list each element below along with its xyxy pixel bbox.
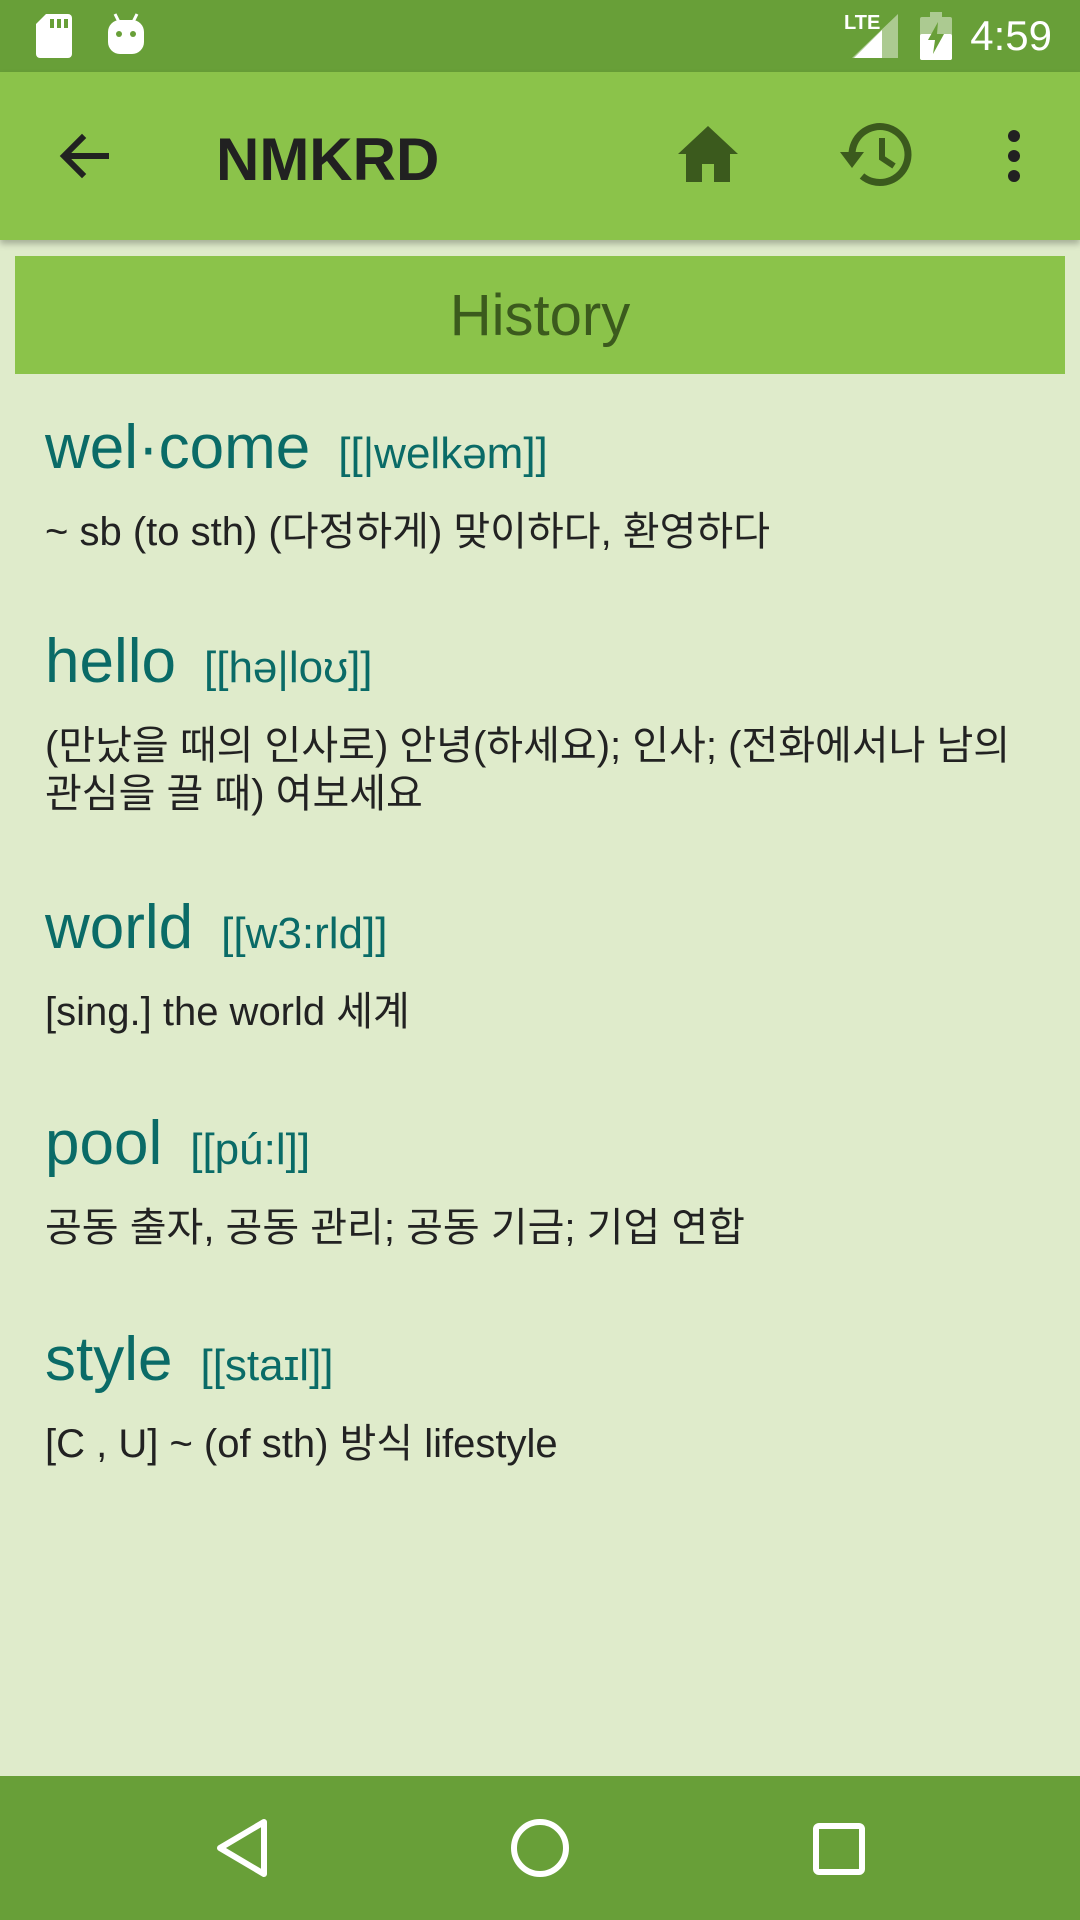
entry-word: wel·come <box>45 413 311 482</box>
entry-definition: ~ sb (to sth) (다정하게) 맞이하다, 환영하다 <box>45 510 770 554</box>
lte-signal-icon <box>852 14 898 58</box>
entry-pronunciation: [[pú:l]] <box>190 1125 311 1174</box>
battery-charging-icon <box>920 12 952 60</box>
entry-definition: 공동 출자, 공동 관리; 공동 기금; 기업 연합 <box>45 1206 745 1250</box>
nav-bar <box>0 1776 1080 1920</box>
entry-pronunciation: [[hə|loʊ]] <box>204 643 373 692</box>
android-icon <box>108 13 144 54</box>
history-header: History <box>15 256 1065 374</box>
entry-definition: [C , U] ~ (of sth) 방식 lifestyle <box>45 1422 558 1466</box>
status-bar: LTE 4:59 <box>0 0 1080 72</box>
history-entry[interactable]: world [[w3:rld]] [sing.] the world 세계 <box>45 892 1035 1036</box>
back-triangle-icon[interactable] <box>214 1818 270 1878</box>
entry-definition: [sing.] the world 세계 <box>45 990 410 1034</box>
entry-definition: (만났을 때의 인사로) 안녕(하세요); 인사; (전화에서나 남의 관심을 … <box>45 724 1011 816</box>
history-entry[interactable]: style [[staɪl]] [C , U] ~ (of sth) 방식 li… <box>45 1324 1035 1468</box>
entry-word: hello <box>45 627 176 696</box>
entry-word: style <box>45 1325 173 1394</box>
history-icon[interactable] <box>838 120 914 190</box>
more-vert-icon[interactable] <box>1000 128 1028 188</box>
status-time: 4:59 <box>970 12 1052 59</box>
home-icon[interactable] <box>676 124 740 184</box>
home-circle-icon[interactable] <box>510 1818 570 1878</box>
entry-pronunciation: [[staɪl]] <box>200 1341 334 1390</box>
history-entry[interactable]: hello [[hə|loʊ]] (만났을 때의 인사로) 안녕(하세요); 인… <box>45 626 1035 818</box>
back-arrow-icon[interactable] <box>56 128 112 184</box>
entry-pronunciation: [[|welkəm]] <box>338 429 548 478</box>
entry-word: world <box>45 893 194 962</box>
history-entry[interactable]: wel·come [[|welkəm]] ~ sb (to sth) (다정하게… <box>45 412 1035 556</box>
sd-card-icon <box>36 14 72 58</box>
app-bar: NMKRD <box>0 72 1080 240</box>
recents-square-icon[interactable] <box>812 1822 866 1876</box>
history-entry[interactable]: pool [[pú:l]] 공동 출자, 공동 관리; 공동 기금; 기업 연합 <box>45 1108 1035 1252</box>
entry-word: pool <box>45 1109 163 1178</box>
entry-pronunciation: [[w3:rld]] <box>221 909 388 958</box>
app-title: NMKRD <box>216 126 440 193</box>
